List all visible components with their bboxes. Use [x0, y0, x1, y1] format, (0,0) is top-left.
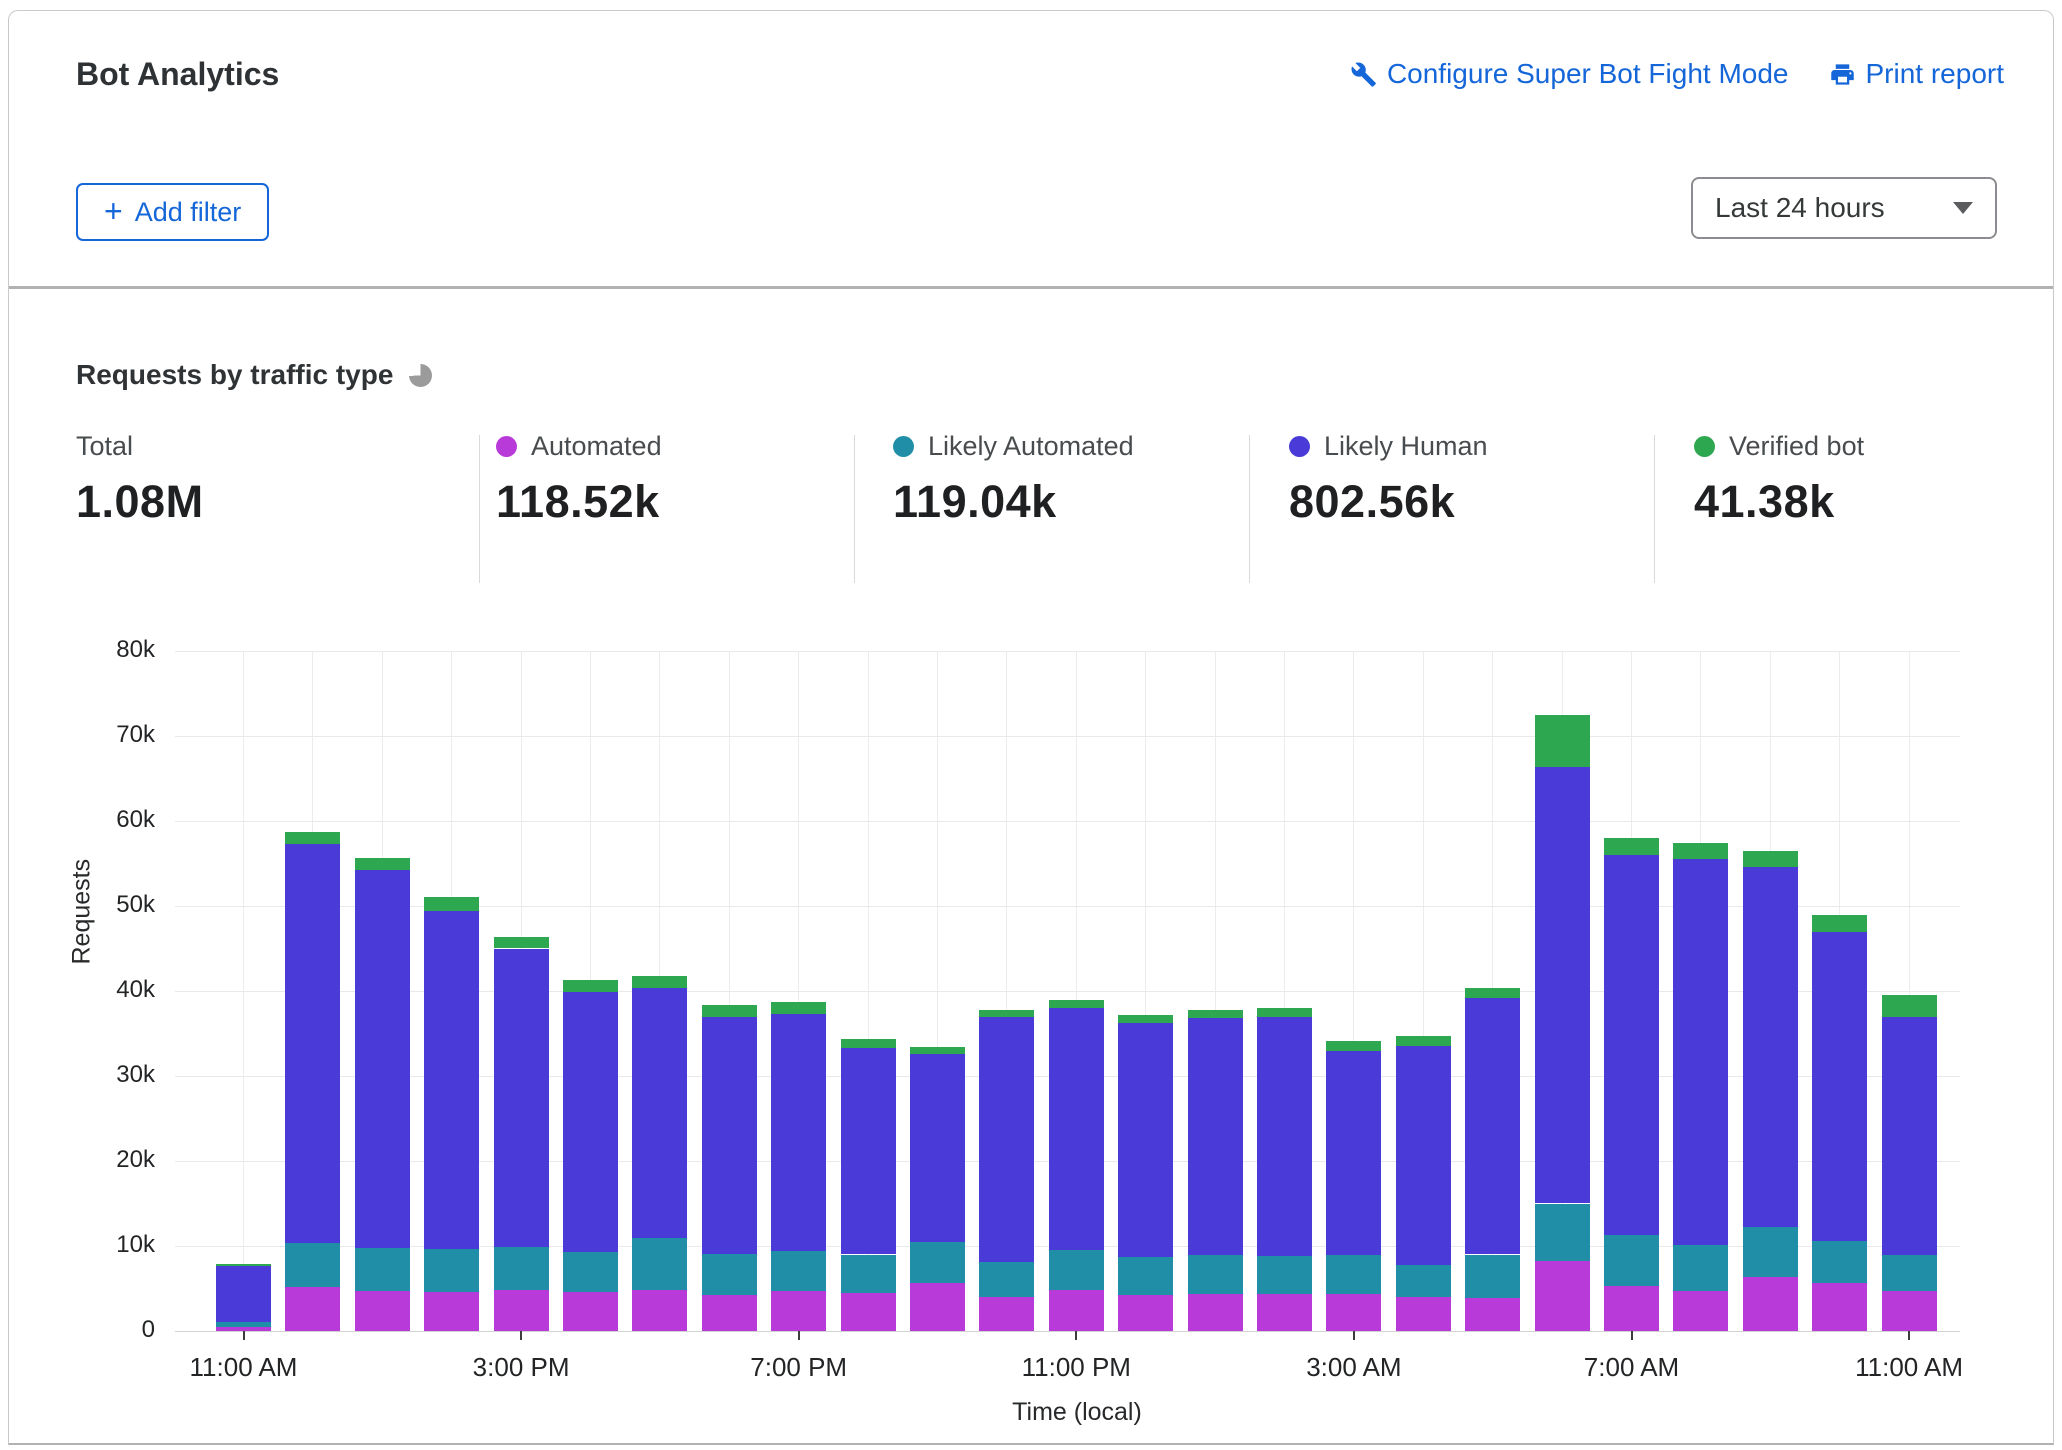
stat-automated-value: 118.52k: [496, 476, 660, 527]
automated-legend-dot: [496, 436, 517, 457]
stat-likely-human-label: Likely Human: [1324, 431, 1488, 461]
stat-divider: [1249, 435, 1250, 583]
plus-icon: +: [104, 192, 123, 229]
stat-total-label: Total: [76, 431, 134, 461]
configure-super-bot-fight-mode-link[interactable]: Configure Super Bot Fight Mode: [1350, 58, 1789, 90]
chevron-down-icon: [1953, 202, 1973, 214]
stat-divider: [1654, 435, 1655, 583]
stat-total: Total 1.08M: [76, 431, 204, 528]
page-title: Bot Analytics: [76, 56, 280, 92]
time-range-dropdown[interactable]: Last 24 hours: [1691, 177, 1997, 239]
header-links: Configure Super Bot Fight Mode Print rep…: [1350, 58, 2004, 90]
header-divider: [9, 286, 2053, 289]
x-axis-title: Time (local): [1012, 1398, 1142, 1426]
section-title: Requests by traffic type: [76, 359, 394, 390]
stat-likely-automated: Likely Automated 119.04k: [893, 431, 1134, 528]
likely-human-legend-dot: [1289, 436, 1310, 457]
y-axis-title: Requests: [68, 859, 97, 965]
configure-link-label: Configure Super Bot Fight Mode: [1386, 58, 1789, 89]
stat-automated-label: Automated: [531, 431, 662, 461]
section-title-row: Requests by traffic type: [76, 359, 433, 391]
stat-automated: Automated 118.52k: [496, 431, 662, 528]
stat-divider: [479, 435, 480, 583]
stat-likely-automated-value: 119.04k: [893, 476, 1057, 527]
bot-analytics-card: Bot Analytics Configure Super Bot Fight …: [8, 10, 2054, 1445]
stat-likely-human-value: 802.56k: [1289, 476, 1456, 527]
add-filter-button[interactable]: + Add filter: [76, 183, 270, 241]
printer-icon: [1830, 63, 1854, 85]
stat-total-value: 1.08M: [76, 476, 204, 527]
verified-bot-legend-dot: [1694, 436, 1715, 457]
likely-automated-legend-dot: [893, 436, 914, 457]
stat-verified-bot-label: Verified bot: [1729, 431, 1865, 461]
stat-divider: [854, 435, 855, 583]
stat-verified-bot-value: 41.38k: [1694, 476, 1835, 527]
traffic-type-stats: Total 1.08M Automated 118.52k Likely Aut…: [9, 431, 2053, 591]
print-link-label: Print report: [1865, 58, 2005, 89]
wrench-icon: [1351, 62, 1376, 87]
stat-likely-human: Likely Human 802.56k: [1289, 431, 1488, 528]
add-filter-label: Add filter: [134, 196, 242, 227]
stat-verified-bot: Verified bot 41.38k: [1694, 431, 1864, 528]
time-range-value: Last 24 hours: [1715, 192, 1885, 223]
print-report-link[interactable]: Print report: [1829, 58, 2005, 90]
stat-likely-automated-label: Likely Automated: [928, 431, 1134, 461]
pie-chart-icon: [409, 363, 433, 387]
